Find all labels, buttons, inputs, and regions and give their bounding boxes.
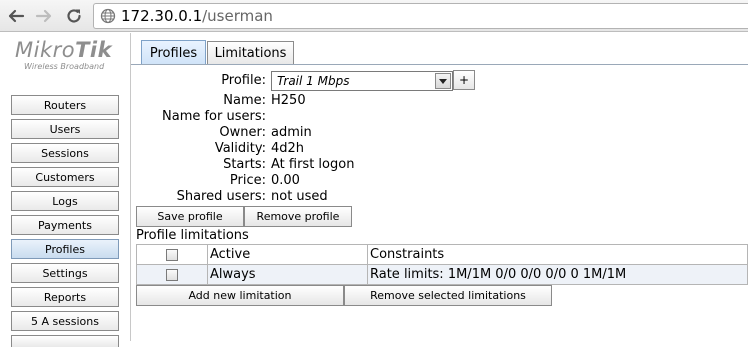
add-profile-button[interactable]: +: [453, 70, 475, 90]
validity-label: Validity:: [214, 141, 266, 156]
name-for-users-label: Name for users:: [162, 109, 266, 124]
url-path: /userman: [202, 7, 273, 25]
reload-icon: [67, 9, 81, 23]
sidebar-item-customers[interactable]: Customers: [11, 167, 119, 187]
sidebar-item-users[interactable]: Users: [11, 119, 119, 139]
sidebar-item-payments[interactable]: Payments: [11, 215, 119, 235]
logo-light: Mikro: [15, 38, 76, 62]
page-info-icon[interactable]: [100, 8, 116, 24]
name-label: Name:: [223, 93, 266, 108]
remove-selected-limitations-button[interactable]: Remove selected limitations: [344, 285, 552, 306]
shared-users-value: not used: [271, 189, 328, 204]
starts-label: Starts:: [223, 157, 266, 172]
row-active-value: Always: [207, 264, 368, 285]
address-bar[interactable]: 172.30.0.1/userman: [93, 3, 748, 29]
validity-value: 4d2h: [271, 141, 305, 156]
table-row[interactable]: Always Rate limits: 1M/1M 0/0 0/0 0/0 0 …: [136, 264, 748, 285]
chevron-down-icon[interactable]: [435, 73, 451, 89]
url-host: 172.30.0.1: [121, 7, 203, 25]
owner-label: Owner:: [219, 125, 266, 140]
owner-value: admin: [271, 125, 312, 140]
sidebar-item-routers[interactable]: Routers: [11, 95, 119, 115]
sidebar-item-settings[interactable]: Settings: [11, 263, 119, 283]
forward-arrow-icon: [35, 9, 52, 23]
sidebar: MikroTik Wireless Broadband Routers User…: [0, 33, 131, 347]
sidebar-item-a-sessions[interactable]: 5 A sessions: [11, 311, 119, 331]
browser-toolbar: 172.30.0.1/userman: [0, 0, 748, 32]
back-button[interactable]: [4, 4, 28, 28]
sidebar-item-sessions[interactable]: Sessions: [11, 143, 119, 163]
add-new-limitation-button[interactable]: Add new limitation: [136, 285, 344, 306]
select-all-cell: [136, 244, 208, 265]
remove-profile-button[interactable]: Remove profile: [244, 206, 352, 227]
starts-value: At first logon: [271, 157, 355, 172]
save-profile-button[interactable]: Save profile: [136, 206, 244, 227]
sidebar-item-logs[interactable]: Logs: [11, 191, 119, 211]
sidebar-item-more[interactable]: [11, 335, 119, 347]
profile-select-value: Trail 1 Mbps: [277, 74, 350, 88]
back-arrow-icon: [8, 9, 25, 23]
profile-label: Profile:: [221, 73, 266, 88]
logo-tagline: Wireless Broadband: [24, 62, 105, 71]
name-value: H250: [271, 93, 306, 108]
reload-button[interactable]: [62, 4, 86, 28]
forward-button[interactable]: [32, 4, 56, 28]
profile-select[interactable]: Trail 1 Mbps: [271, 71, 453, 91]
column-header-constraints: Constraints: [367, 244, 748, 265]
profile-limitations-title: Profile limitations: [136, 228, 249, 243]
row-select-cell: [136, 264, 208, 285]
shared-users-label: Shared users:: [176, 189, 266, 204]
price-label: Price:: [229, 173, 266, 188]
row-checkbox[interactable]: [166, 268, 178, 281]
mikrotik-logo: MikroTik: [15, 38, 112, 62]
column-header-active: Active: [207, 244, 368, 265]
sidebar-item-reports[interactable]: Reports: [11, 287, 119, 307]
table-header-row: Active Constraints: [136, 244, 748, 265]
url-text: 172.30.0.1/userman: [121, 7, 273, 25]
tab-profiles[interactable]: Profiles: [141, 40, 206, 65]
price-value: 0.00: [271, 173, 300, 188]
row-constraints-value: Rate limits: 1M/1M 0/0 0/0 0/0 0 1M/1M: [367, 264, 748, 285]
tab-divider: [131, 64, 748, 65]
sidebar-item-profiles[interactable]: Profiles: [11, 239, 119, 259]
logo-bold: Tik: [75, 38, 113, 62]
select-all-checkbox[interactable]: [166, 248, 178, 261]
tab-limitations[interactable]: Limitations: [207, 41, 294, 64]
limitations-table: Active Constraints Always Rate limits: 1…: [136, 244, 748, 285]
